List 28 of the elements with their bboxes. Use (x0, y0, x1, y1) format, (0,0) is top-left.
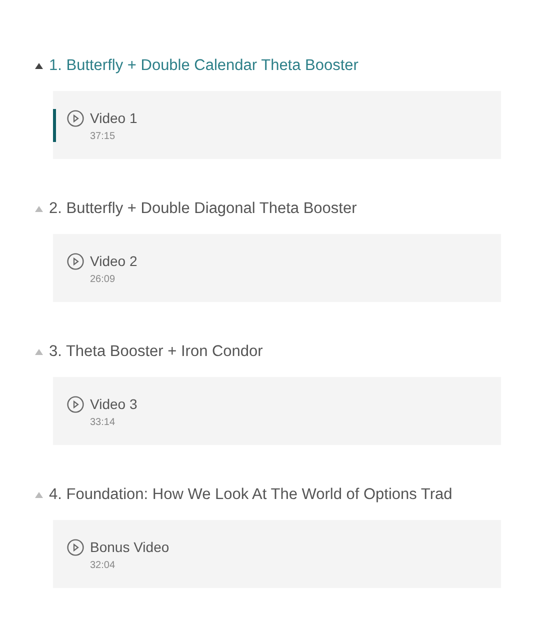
play-icon (67, 252, 84, 270)
section-title: 3. Theta Booster + Iron Condor (49, 342, 263, 362)
caret-icon (35, 349, 43, 355)
lesson-duration: 37:15 (90, 130, 116, 142)
lesson-title: Video 3 (90, 394, 138, 412)
lesson-duration: 33:14 (90, 416, 116, 428)
lesson-title: Video 2 (90, 252, 138, 270)
play-icon (67, 110, 84, 126)
lesson-item[interactable]: Video 2 26:09 (53, 252, 501, 284)
caret-icon (35, 206, 43, 212)
lesson-item[interactable]: Video 1 37:15 (53, 108, 501, 142)
play-icon (67, 396, 84, 412)
lesson-title: Bonus Video (90, 538, 170, 556)
section-title: 2. Butterfly + Double Diagonal Theta Booster (49, 199, 357, 219)
lesson-duration: 26:09 (90, 274, 116, 284)
section-title: 4. Foundation: How We Look At The World of Options Trad (49, 485, 452, 505)
lesson-duration: 32:04 (90, 560, 116, 570)
section-header[interactable]: 1. Butterfly + Double Calendar Theta Booster (35, 55, 501, 77)
section-header[interactable]: 2. Butterfly + Double Diagonal Theta Booster (35, 198, 501, 220)
section-header[interactable]: 3. Theta Booster + Iron Condor (35, 341, 501, 363)
section-title: 1. Butterfly + Double Calendar Theta Booster (49, 56, 358, 76)
section-header[interactable]: 4. Foundation: How We Look At The World of Options Trad (35, 484, 501, 506)
lesson-title: Video 1 (90, 108, 138, 126)
lesson-item[interactable]: Bonus Video 32:04 (53, 538, 501, 570)
caret-icon (35, 63, 43, 69)
lesson-item[interactable]: Video 3 33:14 (53, 394, 501, 428)
play-icon (67, 538, 84, 556)
caret-icon (35, 492, 43, 498)
